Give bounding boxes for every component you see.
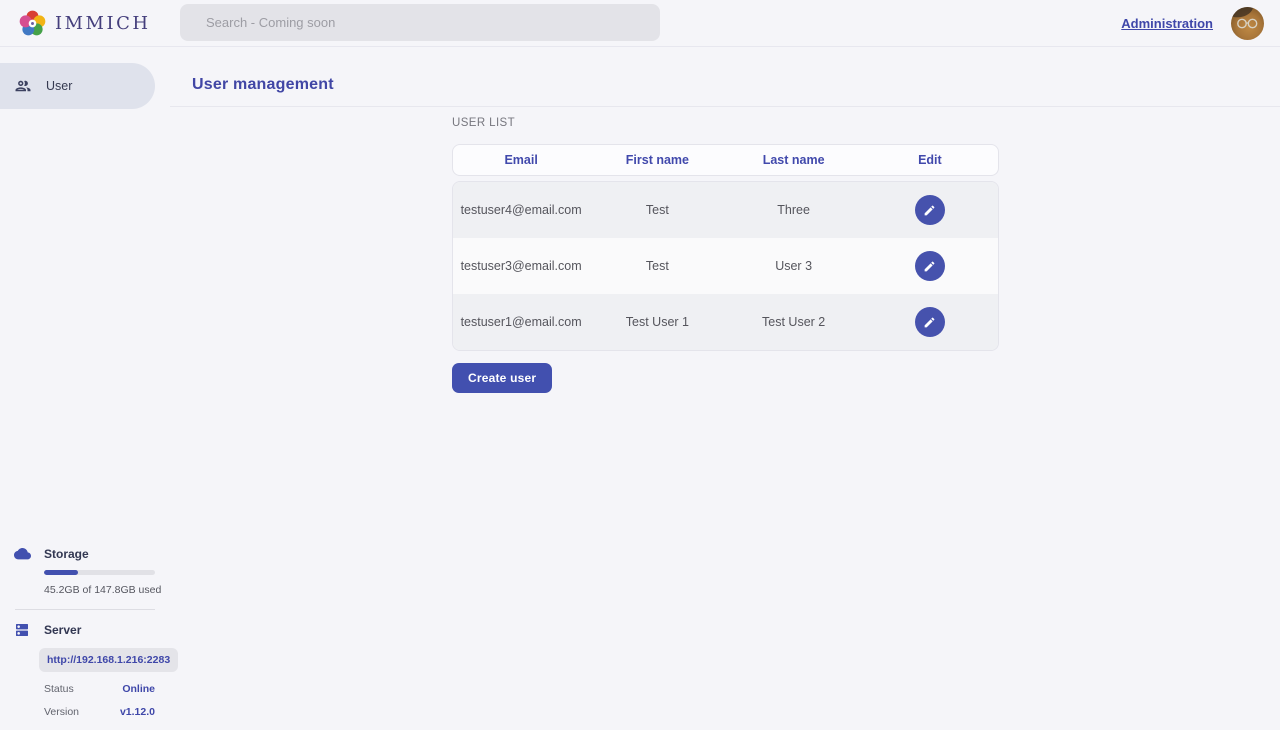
user-email: testuser1@email.com (453, 315, 589, 329)
sidebar-divider (15, 609, 155, 610)
immich-admin-app: IMMICH Administration User (0, 0, 1280, 730)
server-status-row: Status Online (44, 683, 155, 695)
server-version-row: Version v1.12.0 (44, 706, 155, 718)
page-title: User management (192, 76, 334, 94)
column-first-name: First name (589, 153, 725, 167)
logo-wordmark: IMMICH (55, 13, 151, 34)
column-last-name: Last name (726, 153, 862, 167)
server-url: http://192.168.1.216:2283 (39, 648, 178, 672)
sidebar-item-user-label: User (46, 79, 72, 93)
server-section: Server http://192.168.1.216:2283 Status … (0, 623, 155, 718)
user-email: testuser4@email.com (453, 203, 589, 217)
storage-title: Storage (44, 547, 154, 561)
title-divider (170, 106, 1280, 107)
storage-section: Storage 45.2GB of 147.8GB used (0, 547, 155, 596)
version-label: Version (44, 706, 79, 718)
user-last-name: User 3 (726, 259, 862, 273)
edit-user-button[interactable] (915, 307, 945, 337)
user-table-header: Email First name Last name Edit (452, 144, 999, 176)
administration-link[interactable]: Administration (1121, 16, 1213, 31)
user-first-name: Test (589, 259, 725, 273)
user-first-name: Test User 1 (589, 315, 725, 329)
storage-usage-text: 45.2GB of 147.8GB used (44, 584, 154, 596)
version-value: v1.12.0 (120, 706, 155, 718)
user-list-panel: USER LIST Email First name Last name Edi… (452, 117, 999, 393)
table-row: testuser4@email.com Test Three (453, 182, 998, 238)
sidebar-item-user[interactable]: User (0, 63, 155, 109)
admin-sidebar: User Storage 45.2GB of 147.8GB used (0, 47, 155, 730)
server-icon (14, 622, 30, 638)
sidebar-bottom: Storage 45.2GB of 147.8GB used Server ht… (0, 547, 155, 718)
edit-user-button[interactable] (915, 251, 945, 281)
user-avatar[interactable] (1231, 7, 1264, 40)
user-last-name: Test User 2 (726, 315, 862, 329)
user-list-label: USER LIST (452, 117, 999, 129)
edit-user-button[interactable] (915, 195, 945, 225)
user-first-name: Test (589, 203, 725, 217)
create-user-button[interactable]: Create user (452, 363, 552, 393)
users-icon (14, 77, 32, 95)
user-email: testuser3@email.com (453, 259, 589, 273)
pencil-icon (923, 204, 936, 217)
user-last-name: Three (726, 203, 862, 217)
user-table-body: testuser4@email.com Test Three testuser3… (452, 181, 999, 351)
column-email: Email (453, 153, 589, 167)
immich-logo[interactable]: IMMICH (0, 10, 151, 37)
status-value: Online (122, 683, 155, 695)
pencil-icon (923, 260, 936, 273)
storage-progress-track (44, 570, 155, 575)
table-row: testuser3@email.com Test User 3 (453, 238, 998, 294)
status-label: Status (44, 683, 74, 695)
topbar-right-group: Administration (1121, 7, 1280, 40)
top-bar: IMMICH Administration (0, 0, 1280, 47)
pencil-icon (923, 316, 936, 329)
column-edit: Edit (862, 153, 998, 167)
search-input[interactable] (180, 4, 660, 41)
storage-progress-fill (44, 570, 78, 575)
immich-flower-icon (19, 10, 46, 37)
glasses-icon (1236, 18, 1259, 29)
server-title: Server (44, 623, 154, 637)
table-row: testuser1@email.com Test User 1 Test Use… (453, 294, 998, 350)
cloud-icon (14, 546, 31, 560)
